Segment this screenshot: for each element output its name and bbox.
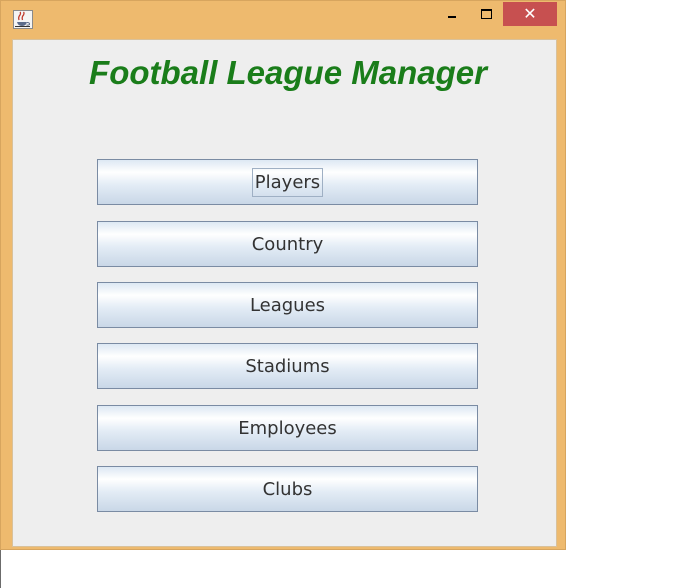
title-bar[interactable]: ✕ — [1, 1, 565, 39]
stadiums-button[interactable]: Stadiums — [97, 343, 478, 389]
content-panel: Football League Manager Players Country … — [12, 39, 557, 547]
employees-button-label: Employees — [238, 417, 337, 439]
app-title: Football League Manager — [89, 54, 487, 91]
java-coffee-cup-icon — [13, 10, 33, 29]
maximize-button[interactable] — [472, 2, 500, 26]
players-button-label: Players — [251, 167, 324, 197]
minimize-icon — [448, 16, 456, 18]
country-button[interactable]: Country — [97, 221, 478, 267]
clubs-button[interactable]: Clubs — [97, 466, 478, 512]
leagues-button-label: Leagues — [249, 294, 326, 316]
clubs-button-label: Clubs — [262, 478, 313, 500]
employees-button[interactable]: Employees — [97, 405, 478, 451]
leagues-button[interactable]: Leagues — [97, 282, 478, 328]
close-icon: ✕ — [523, 4, 537, 23]
players-button[interactable]: Players — [97, 159, 478, 205]
stadiums-button-label: Stadiums — [245, 355, 330, 377]
maximize-icon — [480, 9, 492, 19]
country-button-label: Country — [251, 233, 324, 255]
minimize-button[interactable] — [438, 2, 466, 26]
close-button[interactable]: ✕ — [503, 2, 557, 26]
application-window: ✕ Football League Manager Players Countr… — [0, 0, 566, 550]
